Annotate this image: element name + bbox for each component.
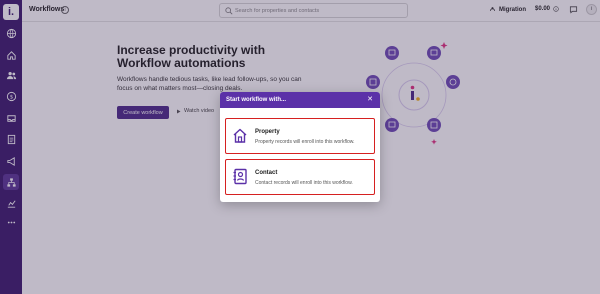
property-option[interactable]: Property Property records will enroll in… <box>225 118 375 154</box>
contact-option-description: Contact records will enroll into this wo… <box>255 180 353 186</box>
dialog-title: Start workflow with... <box>226 97 287 103</box>
close-icon[interactable]: ✕ <box>366 96 374 104</box>
contact-book-icon <box>233 168 247 185</box>
dialog-header: Start workflow with... ✕ <box>220 92 380 108</box>
property-option-description: Property records will enroll into this w… <box>255 139 355 145</box>
property-option-title: Property <box>255 129 280 135</box>
contact-option[interactable]: Contact Contact records will enroll into… <box>225 159 375 195</box>
start-workflow-dialog: Start workflow with... ✕ Property Proper… <box>220 92 380 202</box>
contact-option-title: Contact <box>255 170 278 176</box>
house-icon <box>233 128 247 143</box>
